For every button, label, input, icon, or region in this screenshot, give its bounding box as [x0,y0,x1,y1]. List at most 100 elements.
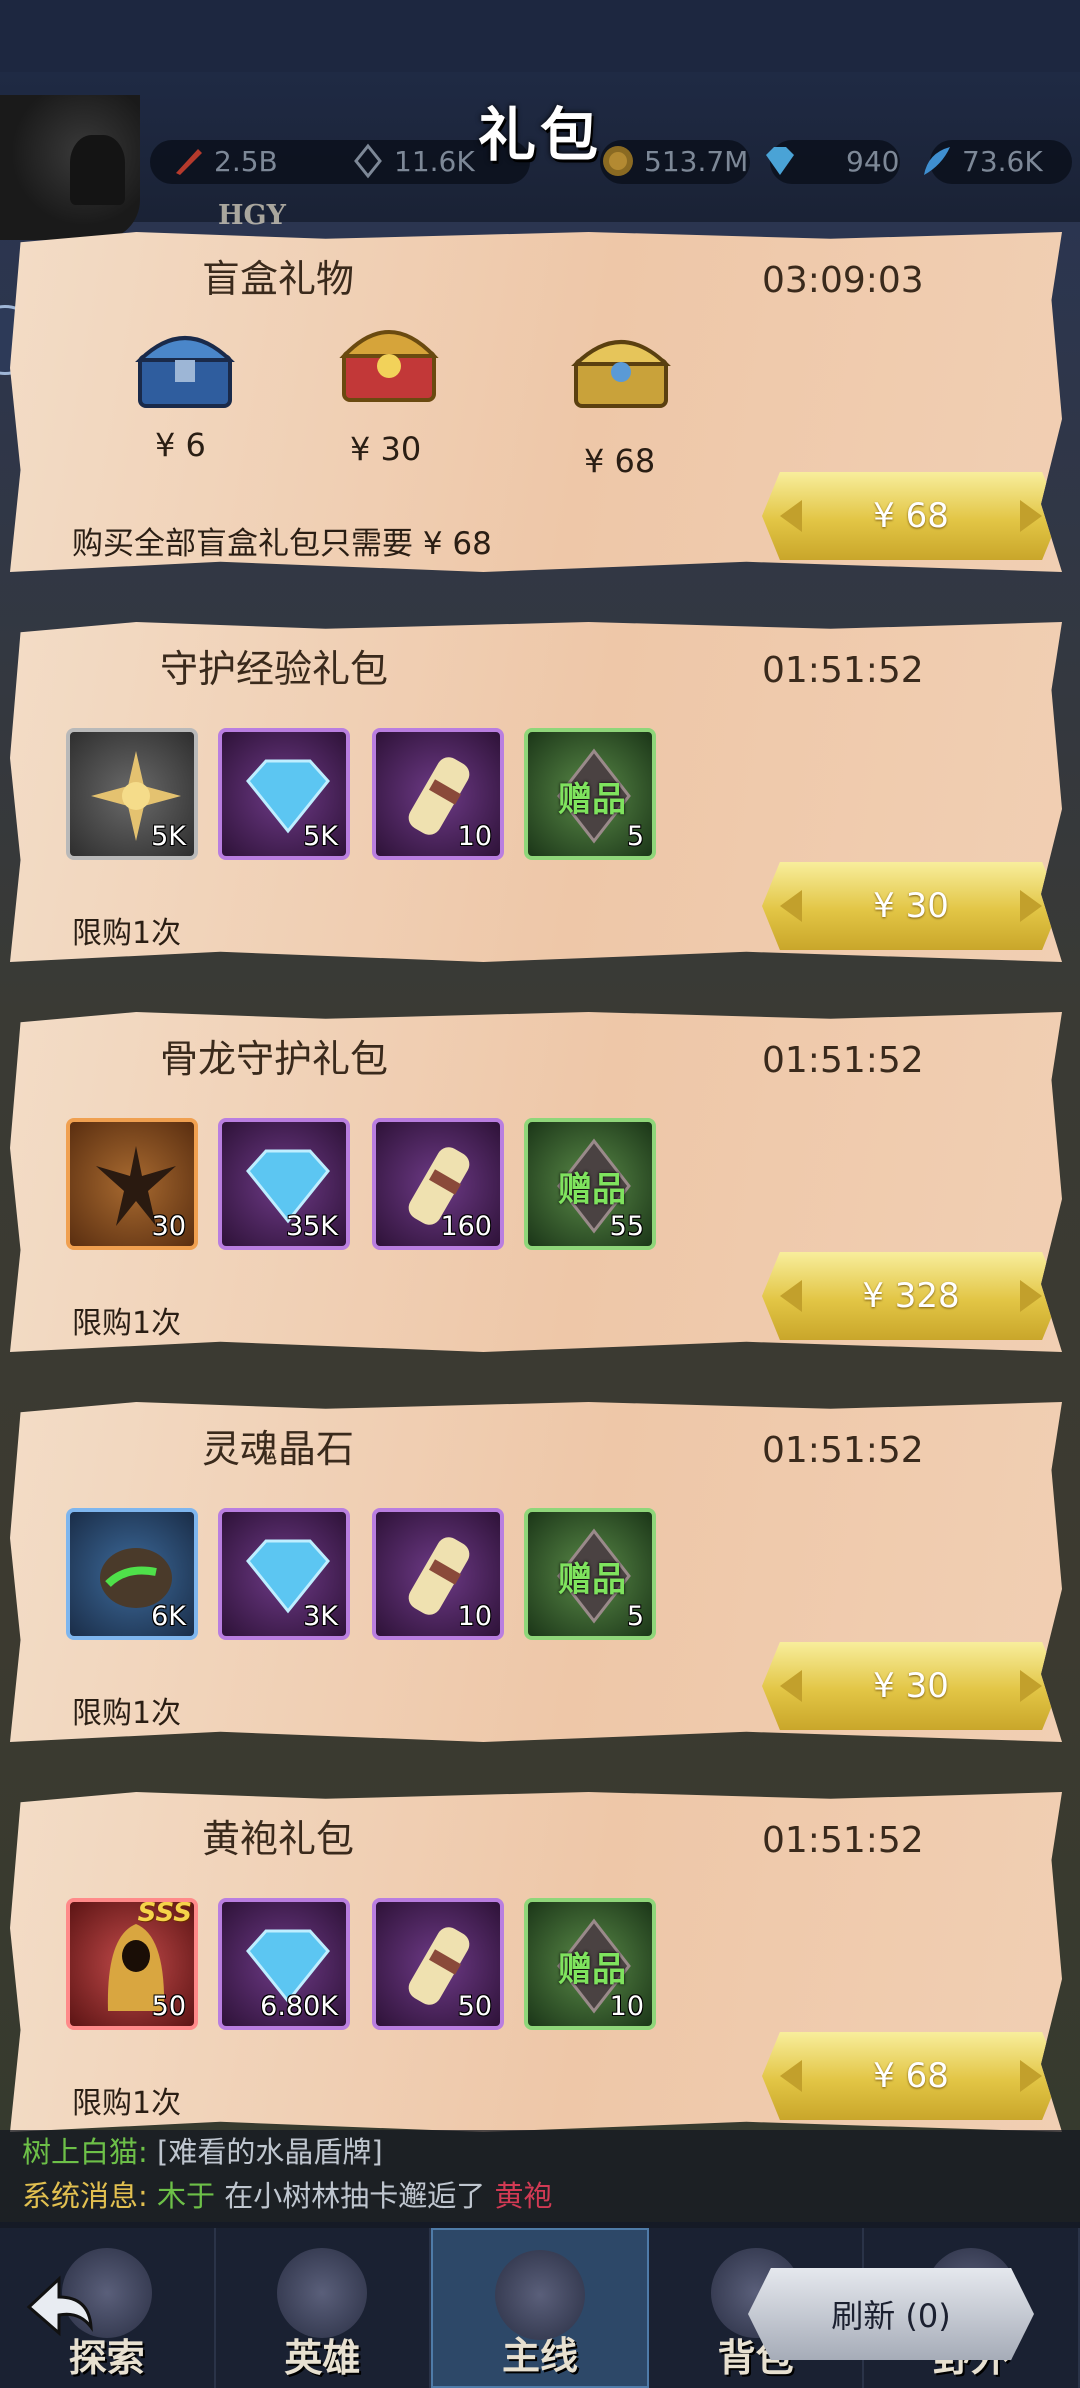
buy-label: ¥ 68 [873,2056,949,2096]
chat-line: 树上白猫: [难看的水晶盾牌] [22,2130,1080,2174]
chat-sender: 树上白猫: [22,2135,148,2169]
red-chest-icon[interactable] [334,308,444,408]
gift-label: 赠品 [558,1950,626,1990]
resource-gold[interactable]: 513.7M [600,138,748,184]
item-qty: 6K [151,1601,186,1632]
chat-item: 黄袍 [494,2179,553,2213]
pack-timer: 01:51:52 [762,1430,924,1471]
pack-panel-blind-box: 盲盒礼物 03:09:03 ¥ 6 ¥ 30 ¥ 68 购买全部盲盒礼包只需要 … [10,232,1062,572]
chat-line: 系统消息: 木于 在小树林抽卡邂逅了 黄袍 [22,2174,1080,2218]
pack-title: 盲盒礼物 [202,257,355,301]
resource-feather[interactable]: 73.6K [918,138,1043,184]
item-qty: 5 [626,1601,644,1632]
scroll-icon[interactable]: 160 [372,1118,504,1250]
back-button[interactable] [14,2262,104,2352]
purchase-limit: 限购1次 [72,2086,182,2121]
back-arrow-icon [26,2275,93,2337]
gift-label: 赠品 [558,1170,626,1210]
hero-helmet-icon [277,2248,368,2338]
tab-main-quest[interactable]: 主线 [431,2228,649,2388]
gift-label: 赠品 [558,780,626,820]
scroll-icon[interactable]: 10 [372,728,504,860]
chat-message: 在小树林抽卡邂逅了 [224,2179,486,2213]
chat-feed[interactable]: 树上白猫: [难看的水晶盾牌] 系统消息: 木于 在小树林抽卡邂逅了 黄袍 [0,2130,1080,2230]
gift-label: 赠品 [558,1560,626,1600]
pack-timer: 01:51:52 [762,1040,924,1081]
pack-panel-bone-dragon: 骨龙守护礼包 01:51:52 30 35K 160 赠品 55 限购1次 ¥ … [10,1012,1062,1352]
item-qty: 10 [609,1991,644,2022]
buy-button[interactable]: ¥ 30 [762,1642,1060,1730]
pack-title: 黄袍礼包 [202,1817,355,1861]
chest-price: ¥ 30 [350,430,422,468]
pack-panel-guardian-exp: 守护经验礼包 01:51:52 5K 5K 10 赠品 5 限购1次 ¥ 30 [10,622,1062,962]
gift-crystal-icon[interactable]: 赠品 5 [524,1508,656,1640]
refresh-button[interactable]: 刷新 (0) [748,2268,1034,2360]
item-qty: 160 [440,1211,492,1242]
chat-message: [难看的水晶盾牌] [157,2135,383,2169]
item-qty: 30 [151,1211,186,1242]
status-bar [0,0,1080,72]
purchase-limit: 限购1次 [72,1306,182,1341]
pack-title: 骨龙守护礼包 [160,1037,389,1081]
feather-icon [918,143,954,179]
gift-crystal-icon[interactable]: 赠品 5 [524,728,656,860]
chest-price: ¥ 68 [584,442,656,480]
player-name: HGY [218,200,286,231]
chest-price: ¥ 6 [155,426,206,464]
buy-label: ¥ 30 [873,886,949,926]
resource-diamond[interactable]: 940 [762,138,899,184]
item-qty: 10 [457,1601,492,1632]
scroll-icon[interactable]: 10 [372,1508,504,1640]
pack-panel-soul-stone: 灵魂晶石 01:51:52 6K 3K 10 赠品 5 限购1次 ¥ 30 [10,1402,1062,1742]
item-qty: 10 [457,821,492,852]
resource-feather-value: 73.6K [962,144,1043,178]
item-qty: 35K [285,1211,338,1242]
item-qty: 55 [609,1211,644,1242]
purchase-limit: 限购1次 [72,916,182,951]
tab-heroes[interactable]: 英雄 [216,2228,432,2388]
diamond-icon[interactable]: 3K [218,1508,350,1640]
buy-label: ¥ 30 [873,1666,949,1706]
diamond-icon[interactable]: 6.80K [218,1898,350,2030]
buy-button[interactable]: ¥ 68 [762,472,1060,560]
gold-coin-icon [600,143,636,179]
diamond-icon[interactable]: 5K [218,728,350,860]
yellow-robe-hero-icon[interactable]: SSS 50 [66,1898,198,2030]
chat-user: 木于 [157,2179,216,2213]
pack-title: 守护经验礼包 [160,647,389,691]
resource-gold-value: 513.7M [644,144,749,178]
bone-dragon-icon[interactable]: 30 [66,1118,198,1250]
gift-crystal-icon[interactable]: 赠品 55 [524,1118,656,1250]
gift-crystal-icon[interactable]: 赠品 10 [524,1898,656,2030]
item-qty: 50 [457,1991,492,2022]
item-qty: 3K [303,1601,338,1632]
chat-system-prefix: 系统消息: [22,2179,148,2213]
castle-icon [494,2250,585,2340]
buy-button[interactable]: ¥ 30 [762,862,1060,950]
buy-button[interactable]: ¥ 328 [762,1252,1060,1340]
resource-diamond-value: 940 [846,144,900,178]
buy-button[interactable]: ¥ 68 [762,2032,1060,2120]
item-qty: 5K [151,821,186,852]
item-qty: 6.80K [260,1991,338,2022]
soul-stone-icon[interactable]: 6K [66,1508,198,1640]
blue-chest-icon[interactable] [130,316,240,416]
diamond-icon [762,143,798,179]
pack-timer: 03:09:03 [762,260,924,301]
item-qty: 5 [626,821,644,852]
buy-label: ¥ 328 [862,1276,960,1316]
item-qty: 5K [303,821,338,852]
blind-box-note: 购买全部盲盒礼包只需要 ¥ 68 [72,526,492,562]
scroll-icon[interactable]: 50 [372,1898,504,2030]
pack-timer: 01:51:52 [762,1820,924,1861]
item-qty: 50 [151,1991,186,2022]
pack-timer: 01:51:52 [762,650,924,691]
purchase-limit: 限购1次 [72,1696,182,1731]
buy-label: ¥ 68 [873,496,949,536]
pack-panel-yellow-robe: 黄袍礼包 01:51:52 SSS 50 6.80K 50 赠品 10 限购1次… [10,1792,1062,2132]
gold-chest-icon[interactable] [566,316,676,416]
refresh-label: 刷新 (0) [831,2297,951,2335]
sun-star-icon[interactable]: 5K [66,728,198,860]
diamond-icon[interactable]: 35K [218,1118,350,1250]
pack-title: 灵魂晶石 [202,1427,355,1471]
